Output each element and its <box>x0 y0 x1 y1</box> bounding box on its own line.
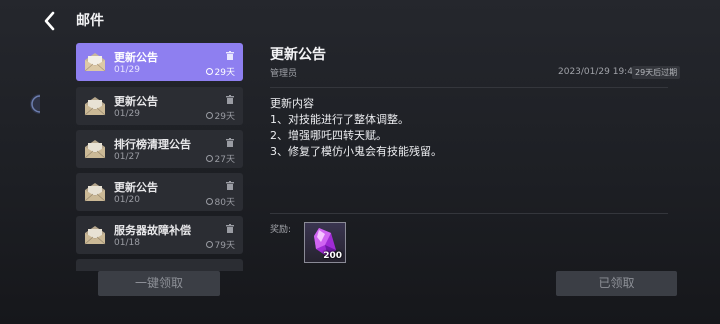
trash-icon[interactable] <box>226 224 234 233</box>
trash-icon[interactable] <box>226 95 234 104</box>
side-handle-icon[interactable] <box>30 94 42 114</box>
mail-item-expire-text: 29天 <box>214 68 235 78</box>
mail-item-date: 01/27 <box>114 152 140 162</box>
clock-icon <box>205 241 213 248</box>
mail-item[interactable]: 更新公告 01/29 29天 <box>76 43 243 81</box>
reward-item[interactable]: 200 <box>304 222 346 263</box>
mail-item[interactable]: 排行榜清理公告 01/27 27天 <box>76 130 243 168</box>
claimed-button[interactable]: 已领取 <box>556 271 677 296</box>
envelope-icon <box>84 53 106 72</box>
page-title: 邮件 <box>76 13 104 29</box>
mail-item-expire: 27天 <box>205 152 235 165</box>
mail-item-date: 01/20 <box>114 195 140 205</box>
body-line: 1、对技能进行了整体调整。 <box>270 113 409 126</box>
back-arrow-icon[interactable] <box>40 10 60 32</box>
mail-item-date: 01/29 <box>114 109 140 119</box>
mail-item-expire: 80天 <box>205 195 235 208</box>
divider <box>270 87 668 88</box>
claim-all-button[interactable]: 一键领取 <box>98 271 220 296</box>
reward-count: 200 <box>323 251 342 261</box>
trash-icon[interactable] <box>226 181 234 190</box>
envelope-icon <box>84 226 106 245</box>
divider <box>270 213 668 214</box>
mail-item-expire-text: 80天 <box>214 198 235 208</box>
mail-item-expire-text: 79天 <box>214 241 235 251</box>
mail-item-expire: 29天 <box>205 109 235 122</box>
mail-item-title: 更新公告 <box>114 181 158 194</box>
mail-item-partial[interactable] <box>76 259 243 271</box>
detail-body: 更新内容 1、对技能进行了整体调整。 2、增强哪吒四转天赋。 3、修复了模仿小鬼… <box>270 96 442 160</box>
expire-badge: 29天后过期 <box>632 66 681 79</box>
trash-icon[interactable] <box>226 51 234 60</box>
clock-icon <box>205 198 213 205</box>
clock-icon <box>205 155 213 162</box>
mail-item-expire-text: 29天 <box>214 112 235 122</box>
detail-title: 更新公告 <box>270 47 326 63</box>
envelope-icon <box>84 140 106 159</box>
mail-item-expire: 79天 <box>205 238 235 251</box>
detail-sender: 管理员 <box>270 69 298 79</box>
mail-item[interactable]: 更新公告 01/20 80天 <box>76 173 243 211</box>
clock-icon <box>205 112 213 119</box>
mail-item-title: 排行榜清理公告 <box>114 138 191 151</box>
clock-icon <box>205 68 213 75</box>
detail-datetime: 2023/01/29 19:40 <box>558 67 639 77</box>
mail-item-date: 01/18 <box>114 238 140 248</box>
envelope-icon <box>84 183 106 202</box>
body-line: 3、修复了模仿小鬼会有技能残留。 <box>270 145 442 158</box>
body-line: 更新内容 <box>270 97 314 110</box>
reward-label: 奖励: <box>270 225 292 235</box>
mail-item-title: 更新公告 <box>114 51 158 64</box>
mail-item-title: 服务器故障补偿 <box>114 224 191 237</box>
envelope-icon <box>84 97 106 116</box>
mail-item-expire-text: 27天 <box>214 155 235 165</box>
mail-item[interactable]: 服务器故障补偿 01/18 79天 <box>76 216 243 254</box>
mail-item-date: 01/29 <box>114 65 140 75</box>
mail-item-expire: 29天 <box>205 65 235 78</box>
mail-list: 更新公告 01/29 29天 更新公告 01/29 29天 排行榜清理公告 01… <box>76 43 243 271</box>
body-line: 2、增强哪吒四转天赋。 <box>270 129 387 142</box>
mail-item[interactable]: 更新公告 01/29 29天 <box>76 87 243 125</box>
mail-item-title: 更新公告 <box>114 95 158 108</box>
trash-icon[interactable] <box>226 138 234 147</box>
